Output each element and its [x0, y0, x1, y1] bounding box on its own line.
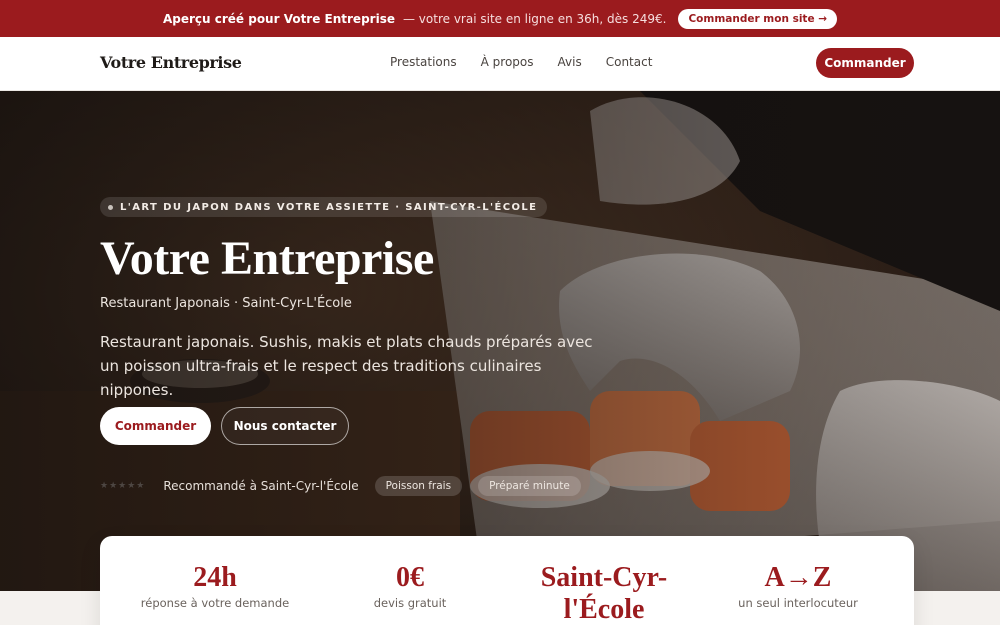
- stat-item: 0€ devis gratuit: [315, 562, 505, 610]
- hero-description: Restaurant japonais. Sushis, makis et pl…: [100, 333, 593, 399]
- eyebrow-text: L'ART DU JAPON DANS VOTRE ASSIETTE · SAI…: [120, 201, 538, 213]
- order-site-button[interactable]: Commander mon site →: [678, 8, 838, 29]
- social-proof-row: ★★★★★ Recommandé à Saint-Cyr-l'École Poi…: [100, 475, 581, 497]
- stat-label: réponse à votre demande: [140, 596, 290, 610]
- nav-menu: Prestations À propos Avis Contact: [390, 55, 652, 69]
- stat-item: Saint-Cyr-l'École: [509, 562, 699, 625]
- nav-link-prestations[interactable]: Prestations: [390, 55, 457, 69]
- stat-label: devis gratuit: [373, 596, 447, 610]
- hero-subtitle: Restaurant Japonais · Saint-Cyr-L'École: [100, 296, 352, 311]
- announcement-bar: Aperçu créé pour Votre Entreprise — votr…: [0, 0, 1000, 37]
- hero-order-button[interactable]: Commander: [100, 407, 211, 445]
- brand-logo[interactable]: Votre Entreprise: [100, 53, 242, 72]
- social-proof-text: Recommandé à Saint-Cyr-l'École: [163, 479, 359, 493]
- nav-link-avis[interactable]: Avis: [558, 55, 582, 69]
- nav-order-button[interactable]: Commander: [816, 48, 914, 78]
- hero-contact-button[interactable]: Nous contacter: [221, 407, 349, 445]
- star-rating-icon: ★★★★★: [100, 481, 146, 491]
- hero-section: L'ART DU JAPON DANS VOTRE ASSIETTE · SAI…: [0, 91, 1000, 591]
- stat-value: Saint-Cyr-l'École: [540, 562, 668, 625]
- stat-value: 24h: [193, 562, 237, 593]
- nav-link-contact[interactable]: Contact: [606, 55, 653, 69]
- nav-link-a-propos[interactable]: À propos: [481, 55, 534, 69]
- chip-made-to-order: Préparé minute: [478, 476, 581, 496]
- stat-item: A→Z un seul interlocuteur: [703, 562, 893, 610]
- dot-icon: [108, 204, 113, 210]
- promo-text: — votre vrai site en ligne en 36h, dès 2…: [402, 11, 667, 26]
- navbar: Votre Entreprise Prestations À propos Av…: [0, 37, 1000, 91]
- stat-value: A→Z: [764, 562, 832, 593]
- stats-card: 24h réponse à votre demande 0€ devis gra…: [100, 536, 914, 625]
- hero-title: Votre Entreprise: [100, 232, 434, 285]
- stat-value: 0€: [396, 562, 424, 593]
- stat-label: un seul interlocuteur: [738, 596, 858, 610]
- promo-lead: Aperçu créé pour Votre Entreprise: [162, 11, 395, 26]
- hero-eyebrow-badge: L'ART DU JAPON DANS VOTRE ASSIETTE · SAI…: [100, 197, 548, 217]
- chip-fresh-fish: Poisson frais: [374, 476, 463, 496]
- stat-item: 24h réponse à votre demande: [120, 562, 310, 610]
